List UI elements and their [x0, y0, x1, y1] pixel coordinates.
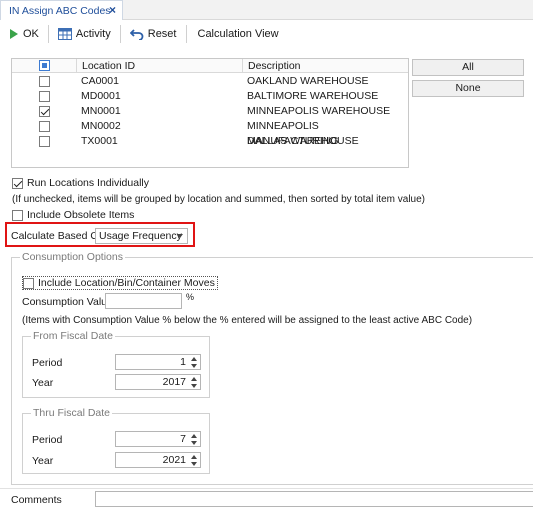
tab-in-assign-abc-codes[interactable]: IN Assign ABC Codes ×: [0, 0, 123, 20]
thru-year-stepper[interactable]: 2021: [115, 452, 201, 468]
include-obsolete-checkbox[interactable]: [12, 209, 23, 221]
run-individually-label: Run Locations Individually: [27, 177, 149, 189]
row-checkbox[interactable]: [39, 136, 50, 147]
column-header-location-id[interactable]: Location ID: [76, 59, 242, 73]
thru-period-value: 7: [180, 433, 186, 445]
table-row[interactable]: MN0002 MINNEAPOLIS MANUFACTURING: [12, 119, 408, 147]
row-checkbox[interactable]: [39, 91, 50, 102]
consumption-value-input[interactable]: [105, 293, 182, 309]
table-row[interactable]: CA0001 OAKLAND WAREHOUSE: [12, 74, 408, 89]
table-row[interactable]: TX0001 DALLAS WAREHOUSE: [12, 134, 408, 149]
tab-strip: IN Assign ABC Codes ×: [0, 0, 533, 20]
spin-arrows-icon[interactable]: [190, 376, 198, 388]
run-individually-note: (If unchecked, items will be grouped by …: [12, 194, 425, 205]
description-cell: MINNEAPOLIS MANUFACTURING: [247, 120, 339, 147]
include-obsolete-option[interactable]: Include Obsolete Items: [12, 209, 134, 221]
reset-label: Reset: [147, 28, 177, 40]
from-period-stepper[interactable]: 1: [115, 354, 201, 370]
from-year-value: 2017: [162, 376, 186, 388]
grid-header: Location ID Description: [12, 59, 408, 73]
consumption-options-title: Consumption Options: [20, 251, 125, 263]
undo-icon: [129, 29, 144, 40]
table-row[interactable]: MN0001 MINNEAPOLIS WAREHOUSE: [12, 104, 408, 119]
thru-year-label: Year: [32, 455, 54, 467]
consumption-note: (Items with Consumption Value % below th…: [22, 315, 473, 326]
toolbar-separator: [185, 25, 187, 43]
calc-based-on-label: Calculate Based On: [11, 230, 105, 242]
ok-label: OK: [23, 28, 39, 40]
toolbar-separator: [47, 25, 49, 43]
thru-period-label: Period: [32, 434, 63, 446]
activity-button[interactable]: Activity: [52, 23, 117, 45]
from-year-label: Year: [32, 377, 54, 389]
calculation-view-label: Calculation View: [197, 28, 279, 40]
description-cell: DALLAS WAREHOUSE: [247, 135, 359, 147]
location-id-cell: TX0001: [81, 135, 118, 147]
tab-title: IN Assign ABC Codes: [9, 4, 111, 17]
spin-arrows-icon[interactable]: [190, 356, 198, 368]
divider: [0, 488, 533, 489]
thru-period-stepper[interactable]: 7: [115, 431, 201, 447]
row-checkbox[interactable]: [39, 106, 50, 117]
description-cell: BALTIMORE WAREHOUSE: [247, 90, 379, 102]
calc-based-on-select[interactable]: Usage Frequency: [95, 228, 188, 244]
from-period-value: 1: [180, 356, 186, 368]
comments-label: Comments: [11, 494, 62, 506]
row-checkbox[interactable]: [39, 121, 50, 132]
spin-arrows-icon[interactable]: [190, 433, 198, 445]
activity-label: Activity: [75, 28, 111, 40]
table-row[interactable]: MD0001 BALTIMORE WAREHOUSE: [12, 89, 408, 104]
thru-year-value: 2021: [162, 454, 186, 466]
run-individually-option[interactable]: Run Locations Individually: [12, 177, 149, 189]
activity-grid-icon: [57, 28, 72, 40]
comments-input[interactable]: [95, 491, 533, 507]
run-individually-checkbox[interactable]: [12, 177, 23, 189]
play-icon: [10, 29, 18, 39]
reset-button[interactable]: Reset: [124, 23, 183, 45]
from-fiscal-date-title: From Fiscal Date: [31, 330, 115, 342]
toolbar: OK Activity Reset Calculation View: [0, 20, 533, 48]
select-all-checkbox[interactable]: [39, 60, 50, 71]
include-moves-checkbox[interactable]: [23, 277, 34, 289]
toolbar-separator: [119, 25, 121, 43]
close-icon[interactable]: ×: [109, 3, 116, 17]
description-cell: OAKLAND WAREHOUSE: [247, 75, 369, 87]
from-period-label: Period: [32, 357, 63, 369]
ok-button[interactable]: OK: [3, 23, 45, 45]
calculation-view-button[interactable]: Calculation View: [190, 23, 285, 45]
spin-arrows-icon[interactable]: [190, 454, 198, 466]
thru-fiscal-date-title: Thru Fiscal Date: [31, 407, 113, 419]
include-moves-option[interactable]: Include Location/Bin/Container Moves: [22, 276, 218, 290]
location-id-cell: CA0001: [81, 75, 119, 87]
consumption-value-label: Consumption Value: [22, 296, 113, 308]
percent-symbol: %: [186, 292, 195, 302]
column-header-description[interactable]: Description: [242, 59, 410, 73]
location-id-cell: MN0001: [81, 105, 121, 117]
locations-grid: Location ID Description CA0001 OAKLAND W…: [11, 58, 409, 168]
select-none-button[interactable]: None: [412, 80, 524, 97]
select-all-button[interactable]: All: [412, 59, 524, 76]
from-year-stepper[interactable]: 2017: [115, 374, 201, 390]
chevron-down-icon: [177, 234, 183, 238]
location-id-cell: MN0002: [81, 120, 121, 132]
description-cell: MINNEAPOLIS WAREHOUSE: [247, 105, 391, 117]
include-obsolete-label: Include Obsolete Items: [27, 209, 135, 221]
calc-based-on-value: Usage Frequency: [99, 230, 182, 242]
include-moves-label: Include Location/Bin/Container Moves: [38, 277, 215, 289]
row-checkbox[interactable]: [39, 76, 50, 87]
location-id-cell: MD0001: [81, 90, 121, 102]
